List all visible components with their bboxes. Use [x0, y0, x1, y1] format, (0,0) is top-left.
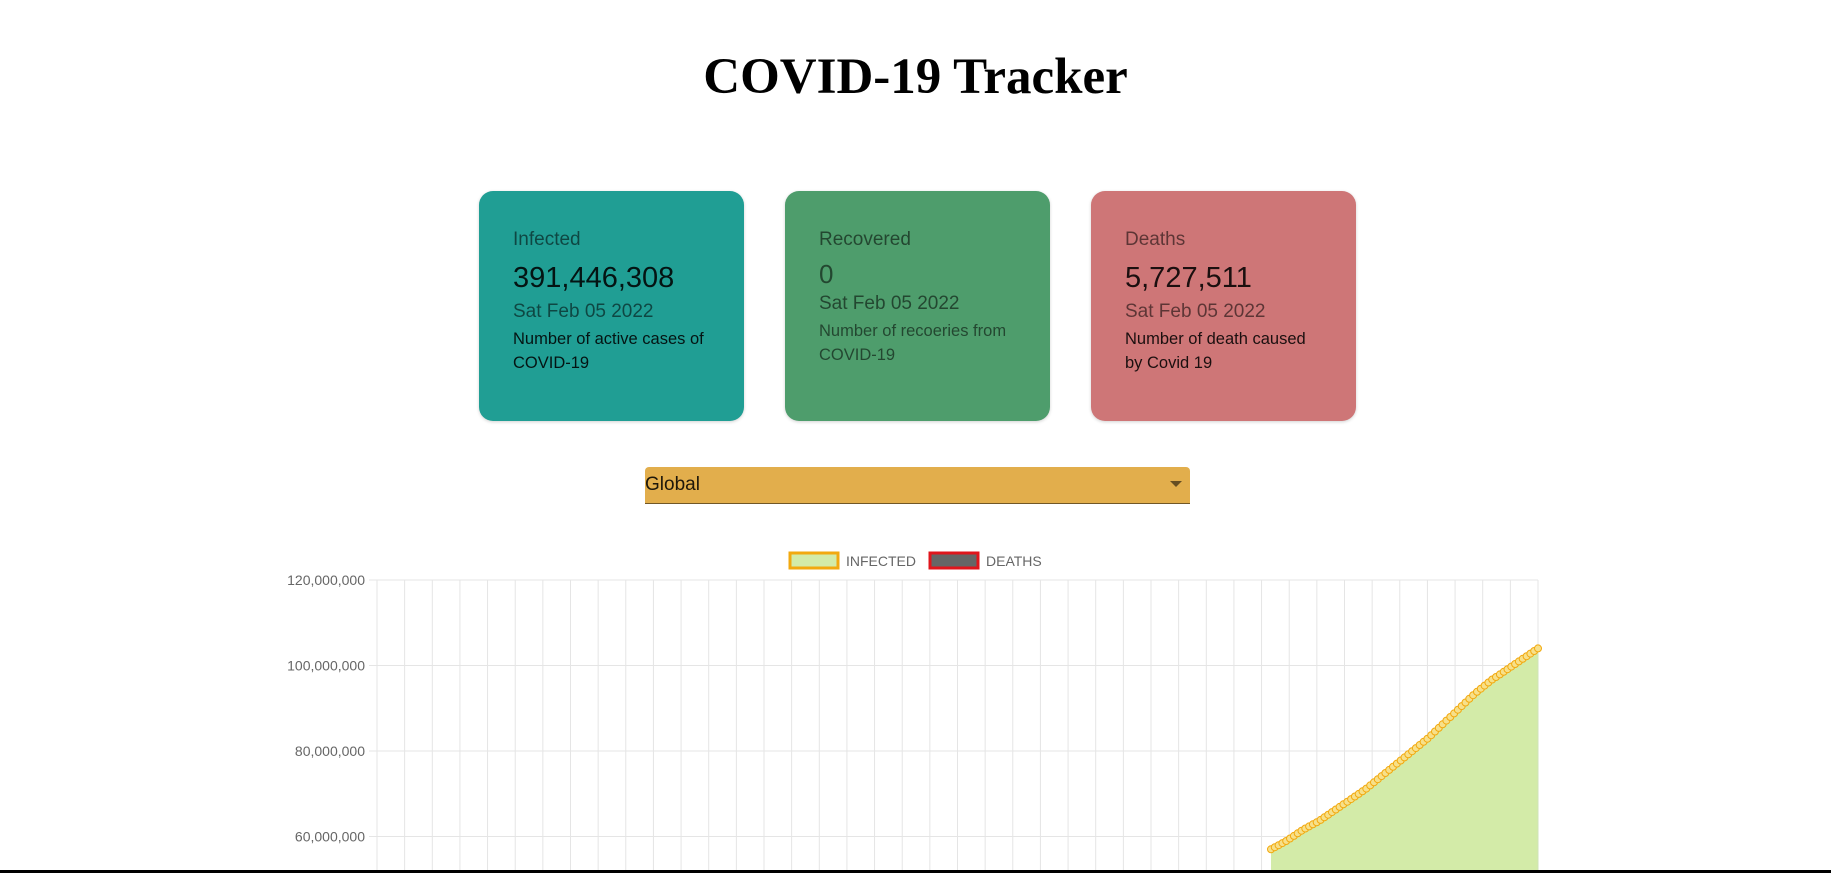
deaths-count: 5,727,511	[1125, 262, 1252, 294]
chevron-down-icon[interactable]	[1170, 481, 1182, 487]
legend-label: INFECTED	[846, 553, 916, 569]
country-select-value: Global	[645, 474, 700, 495]
y-tick-label: 60,000,000	[295, 829, 365, 845]
infected-description: Number of active cases of COVID-19	[513, 330, 704, 372]
deaths-card: Deaths 5,727,511 Sat Feb 05 2022 Number …	[1091, 191, 1356, 421]
daily-data-chart: 120,000,000 100,000,000 80,000,000 60,000,0…	[0, 540, 1831, 873]
legend-label: DEATHS	[986, 553, 1042, 569]
recovered-date: Sat Feb 05 2022	[819, 293, 960, 314]
y-tick-label: 80,000,000	[295, 743, 365, 759]
y-tick-label: 120,000,000	[287, 572, 365, 588]
infected-date: Sat Feb 05 2022	[513, 301, 654, 322]
country-select[interactable]: Global	[645, 467, 1190, 504]
legend-swatch	[928, 551, 980, 570]
infected-point	[1534, 644, 1542, 653]
infected-count: 391,446,308	[513, 262, 675, 294]
recovered-label: Recovered	[819, 229, 911, 250]
infected-label: Infected	[513, 229, 581, 250]
recovered-count: 0	[819, 259, 834, 289]
deaths-date: Sat Feb 05 2022	[1125, 301, 1266, 322]
legend-swatch	[788, 551, 840, 570]
recovered-card: Recovered 0 Sat Feb 05 2022 Number of re…	[785, 191, 1050, 421]
recovered-description: Number of recoeries from COVID-19	[819, 322, 1007, 364]
page-title: COVID-19 Tracker	[703, 49, 1128, 105]
y-tick-label: 100,000,000	[287, 658, 365, 674]
deaths-label: Deaths	[1125, 229, 1186, 250]
deaths-description: Number of death caused by Covid 19	[1125, 330, 1306, 372]
infected-card: Infected 391,446,308 Sat Feb 05 2022 Num…	[479, 191, 744, 421]
chart-svg: 120,000,000 100,000,000 80,000,000 60,000,0…	[287, 551, 1542, 873]
